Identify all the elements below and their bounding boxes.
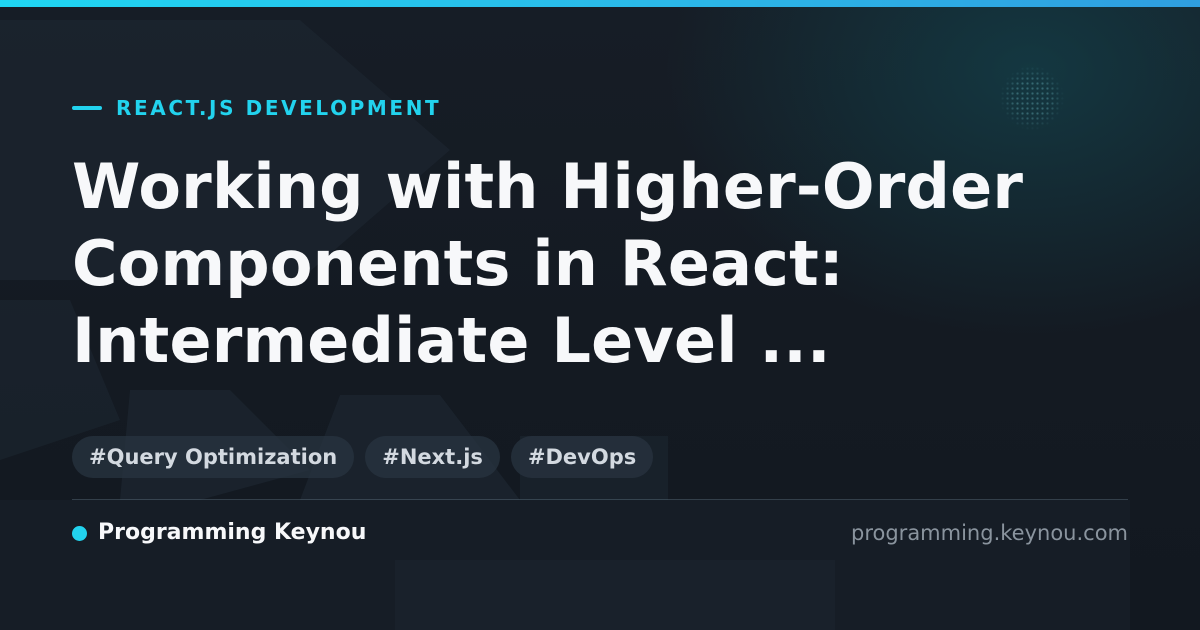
category-header: REACT.JS DEVELOPMENT <box>72 96 441 120</box>
category-accent-line <box>72 106 102 110</box>
article-title-line-1: Working with Higher-Order <box>72 150 1024 223</box>
category-label: REACT.JS DEVELOPMENT <box>116 96 442 120</box>
brand-name: Programming Keynou <box>98 520 367 545</box>
tag-nextjs[interactable]: #Next.js <box>365 436 500 478</box>
brand: Programming Keynou <box>72 518 366 548</box>
article-title-line-2: Components in React: <box>72 227 844 300</box>
bg-shape-bottom-block <box>395 560 835 630</box>
article-title-line-3: Intermediate Level ... <box>72 304 831 377</box>
dot-pattern-decoration <box>1000 66 1064 130</box>
social-card: REACT.JS DEVELOPMENT Working with Higher… <box>0 0 1200 630</box>
brand-dot-icon <box>72 525 87 541</box>
tag-list: #Query Optimization #Next.js #DevOps <box>72 436 654 478</box>
tag-query-optimization[interactable]: #Query Optimization <box>72 436 355 478</box>
article-title: Working with Higher-Order Components in … <box>72 148 1152 379</box>
site-domain: programming.keynou.com <box>851 521 1128 545</box>
tag-devops[interactable]: #DevOps <box>510 436 654 478</box>
footer-divider <box>72 499 1128 500</box>
